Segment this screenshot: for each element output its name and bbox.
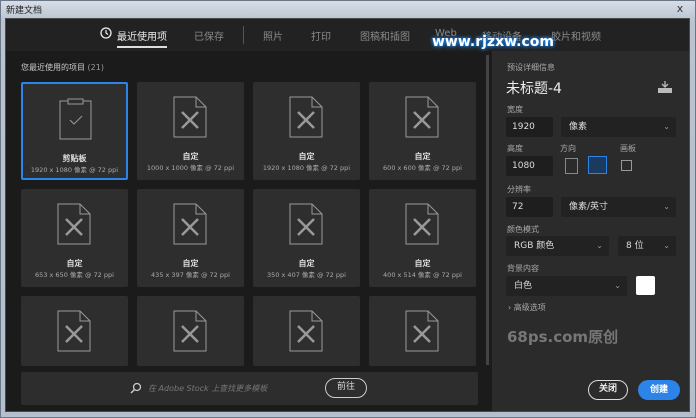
item-name: 自定 xyxy=(182,152,199,161)
watermark-bottom: 68ps.com原创 xyxy=(507,328,619,346)
clock-icon xyxy=(100,27,112,39)
chevron-down-icon: ⌄ xyxy=(663,241,670,250)
custom-document-icon xyxy=(289,96,323,138)
recent-heading-text: 您最近使用的项目 xyxy=(21,63,85,72)
close-button[interactable]: 关闭 xyxy=(588,380,628,400)
artboard-checkbox[interactable] xyxy=(621,160,632,171)
custom-document-icon xyxy=(57,310,91,352)
width-label: 宽度 xyxy=(507,105,523,114)
search-icon xyxy=(130,382,142,394)
background-color-swatch[interactable] xyxy=(636,276,655,295)
item-size: 1920 x 1080 像素 @ 72 ppi xyxy=(262,164,351,172)
item-size: 653 x 650 像素 @ 72 ppi xyxy=(35,271,114,279)
tab-film[interactable]: 胶片和视频 xyxy=(551,28,601,43)
item-size: 435 x 397 像素 @ 72 ppi xyxy=(151,271,230,279)
item-size: 600 x 600 像素 @ 72 ppi xyxy=(383,164,462,172)
item-name: 自定 xyxy=(182,259,199,268)
chevron-down-icon: ⌄ xyxy=(663,202,670,211)
watermark-top: www.rjzxw.com xyxy=(432,34,554,50)
resolution-label: 分辨率 xyxy=(507,185,531,194)
custom-document-icon xyxy=(289,310,323,352)
advanced-options-toggle[interactable]: › 高级选项 xyxy=(508,302,546,313)
tab-divider xyxy=(243,26,244,44)
recent-count: (21) xyxy=(87,63,104,72)
save-preset-icon[interactable] xyxy=(657,80,673,94)
tab-bar: 最近使用项 已保存 照片 打印 图稿和插图 Web 移动设备 胶片和视频 xyxy=(6,19,689,51)
color-mode-select[interactable]: RGB 颜色 ⌄ xyxy=(506,236,609,256)
height-input[interactable]: 1080 xyxy=(506,156,553,176)
item-size: 350 x 407 像素 @ 72 ppi xyxy=(267,271,346,279)
background-value: 白色 xyxy=(514,281,533,291)
item-name: 自定 xyxy=(66,259,83,268)
recent-item[interactable]: 自定 435 x 397 像素 @ 72 ppi xyxy=(137,189,244,287)
color-mode-label: 颜色模式 xyxy=(507,225,539,234)
item-name: 自定 xyxy=(298,152,315,161)
recent-item[interactable] xyxy=(137,296,244,366)
artboard-label: 画板 xyxy=(620,144,636,153)
custom-document-icon xyxy=(405,203,439,245)
width-input[interactable]: 1920 xyxy=(506,117,553,137)
tab-art[interactable]: 图稿和插图 xyxy=(360,28,410,43)
item-name: 自定 xyxy=(414,152,431,161)
window-title: 新建文档 xyxy=(6,6,43,16)
window-close-button[interactable]: x xyxy=(670,2,690,16)
tab-print[interactable]: 打印 xyxy=(311,28,331,43)
stock-search-input[interactable]: 在 Adobe Stock 上查找更多模板 xyxy=(148,383,267,394)
orientation-label: 方向 xyxy=(560,144,576,153)
tab-recent[interactable]: 最近使用项 xyxy=(117,28,167,43)
go-button[interactable]: 前往 xyxy=(325,378,367,398)
custom-document-icon xyxy=(405,96,439,138)
create-button[interactable]: 创建 xyxy=(638,380,680,400)
item-size: 400 x 514 像素 @ 72 ppi xyxy=(383,271,462,279)
resolution-unit-select[interactable]: 像素/英寸 ⌄ xyxy=(561,197,676,217)
scrollbar[interactable] xyxy=(486,55,489,365)
chevron-down-icon: ⌄ xyxy=(614,281,621,290)
recent-heading: 您最近使用的项目 (21) xyxy=(21,62,104,73)
chevron-down-icon: ⌄ xyxy=(663,122,670,131)
recent-item[interactable]: 剪贴板 1920 x 1080 像素 @ 72 ppi xyxy=(21,82,128,180)
custom-document-icon xyxy=(405,310,439,352)
resolution-input[interactable]: 72 xyxy=(506,197,553,217)
chevron-down-icon: ⌄ xyxy=(596,241,603,250)
background-select[interactable]: 白色 ⌄ xyxy=(506,276,627,296)
recent-item[interactable]: 自定 350 x 407 像素 @ 72 ppi xyxy=(253,189,360,287)
recent-item[interactable] xyxy=(253,296,360,366)
resolution-unit-value: 像素/英寸 xyxy=(569,202,609,212)
recent-item[interactable]: 自定 600 x 600 像素 @ 72 ppi xyxy=(369,82,476,180)
advanced-options-label: 高级选项 xyxy=(513,303,546,312)
item-name: 自定 xyxy=(414,259,431,268)
preset-heading: 预设详细信息 xyxy=(507,63,555,72)
background-label: 背景内容 xyxy=(507,264,539,273)
color-mode-value: RGB 颜色 xyxy=(514,241,555,251)
recent-item[interactable]: 自定 653 x 650 像素 @ 72 ppi xyxy=(21,189,128,287)
recent-item[interactable]: 自定 1000 x 1000 像素 @ 72 ppi xyxy=(137,82,244,180)
width-unit-value: 像素 xyxy=(569,122,588,132)
document-name-input[interactable]: 未标题-4 xyxy=(506,78,562,98)
tab-saved[interactable]: 已保存 xyxy=(194,28,224,43)
portrait-orientation-icon[interactable] xyxy=(565,158,578,174)
item-size: 1000 x 1000 像素 @ 72 ppi xyxy=(146,164,235,172)
custom-document-icon xyxy=(289,203,323,245)
width-unit-select[interactable]: 像素 ⌄ xyxy=(561,117,676,137)
item-name: 自定 xyxy=(298,259,315,268)
item-name: 剪贴板 xyxy=(62,154,87,163)
bit-depth-select[interactable]: 8 位 ⌄ xyxy=(618,236,676,256)
recent-item[interactable] xyxy=(369,296,476,366)
item-size: 1920 x 1080 像素 @ 72 ppi xyxy=(30,166,119,174)
bit-depth-value: 8 位 xyxy=(626,241,644,251)
custom-document-icon xyxy=(173,96,207,138)
clipboard-icon xyxy=(59,98,92,140)
recent-item[interactable]: 自定 400 x 514 像素 @ 72 ppi xyxy=(369,189,476,287)
height-label: 高度 xyxy=(507,144,523,153)
recent-item[interactable] xyxy=(21,296,128,366)
custom-document-icon xyxy=(57,203,91,245)
landscape-orientation-icon[interactable] xyxy=(588,156,607,174)
active-tab-indicator xyxy=(117,46,167,48)
tab-photo[interactable]: 照片 xyxy=(263,28,283,43)
custom-document-icon xyxy=(173,203,207,245)
custom-document-icon xyxy=(173,310,207,352)
recent-item[interactable]: 自定 1920 x 1080 像素 @ 72 ppi xyxy=(253,82,360,180)
